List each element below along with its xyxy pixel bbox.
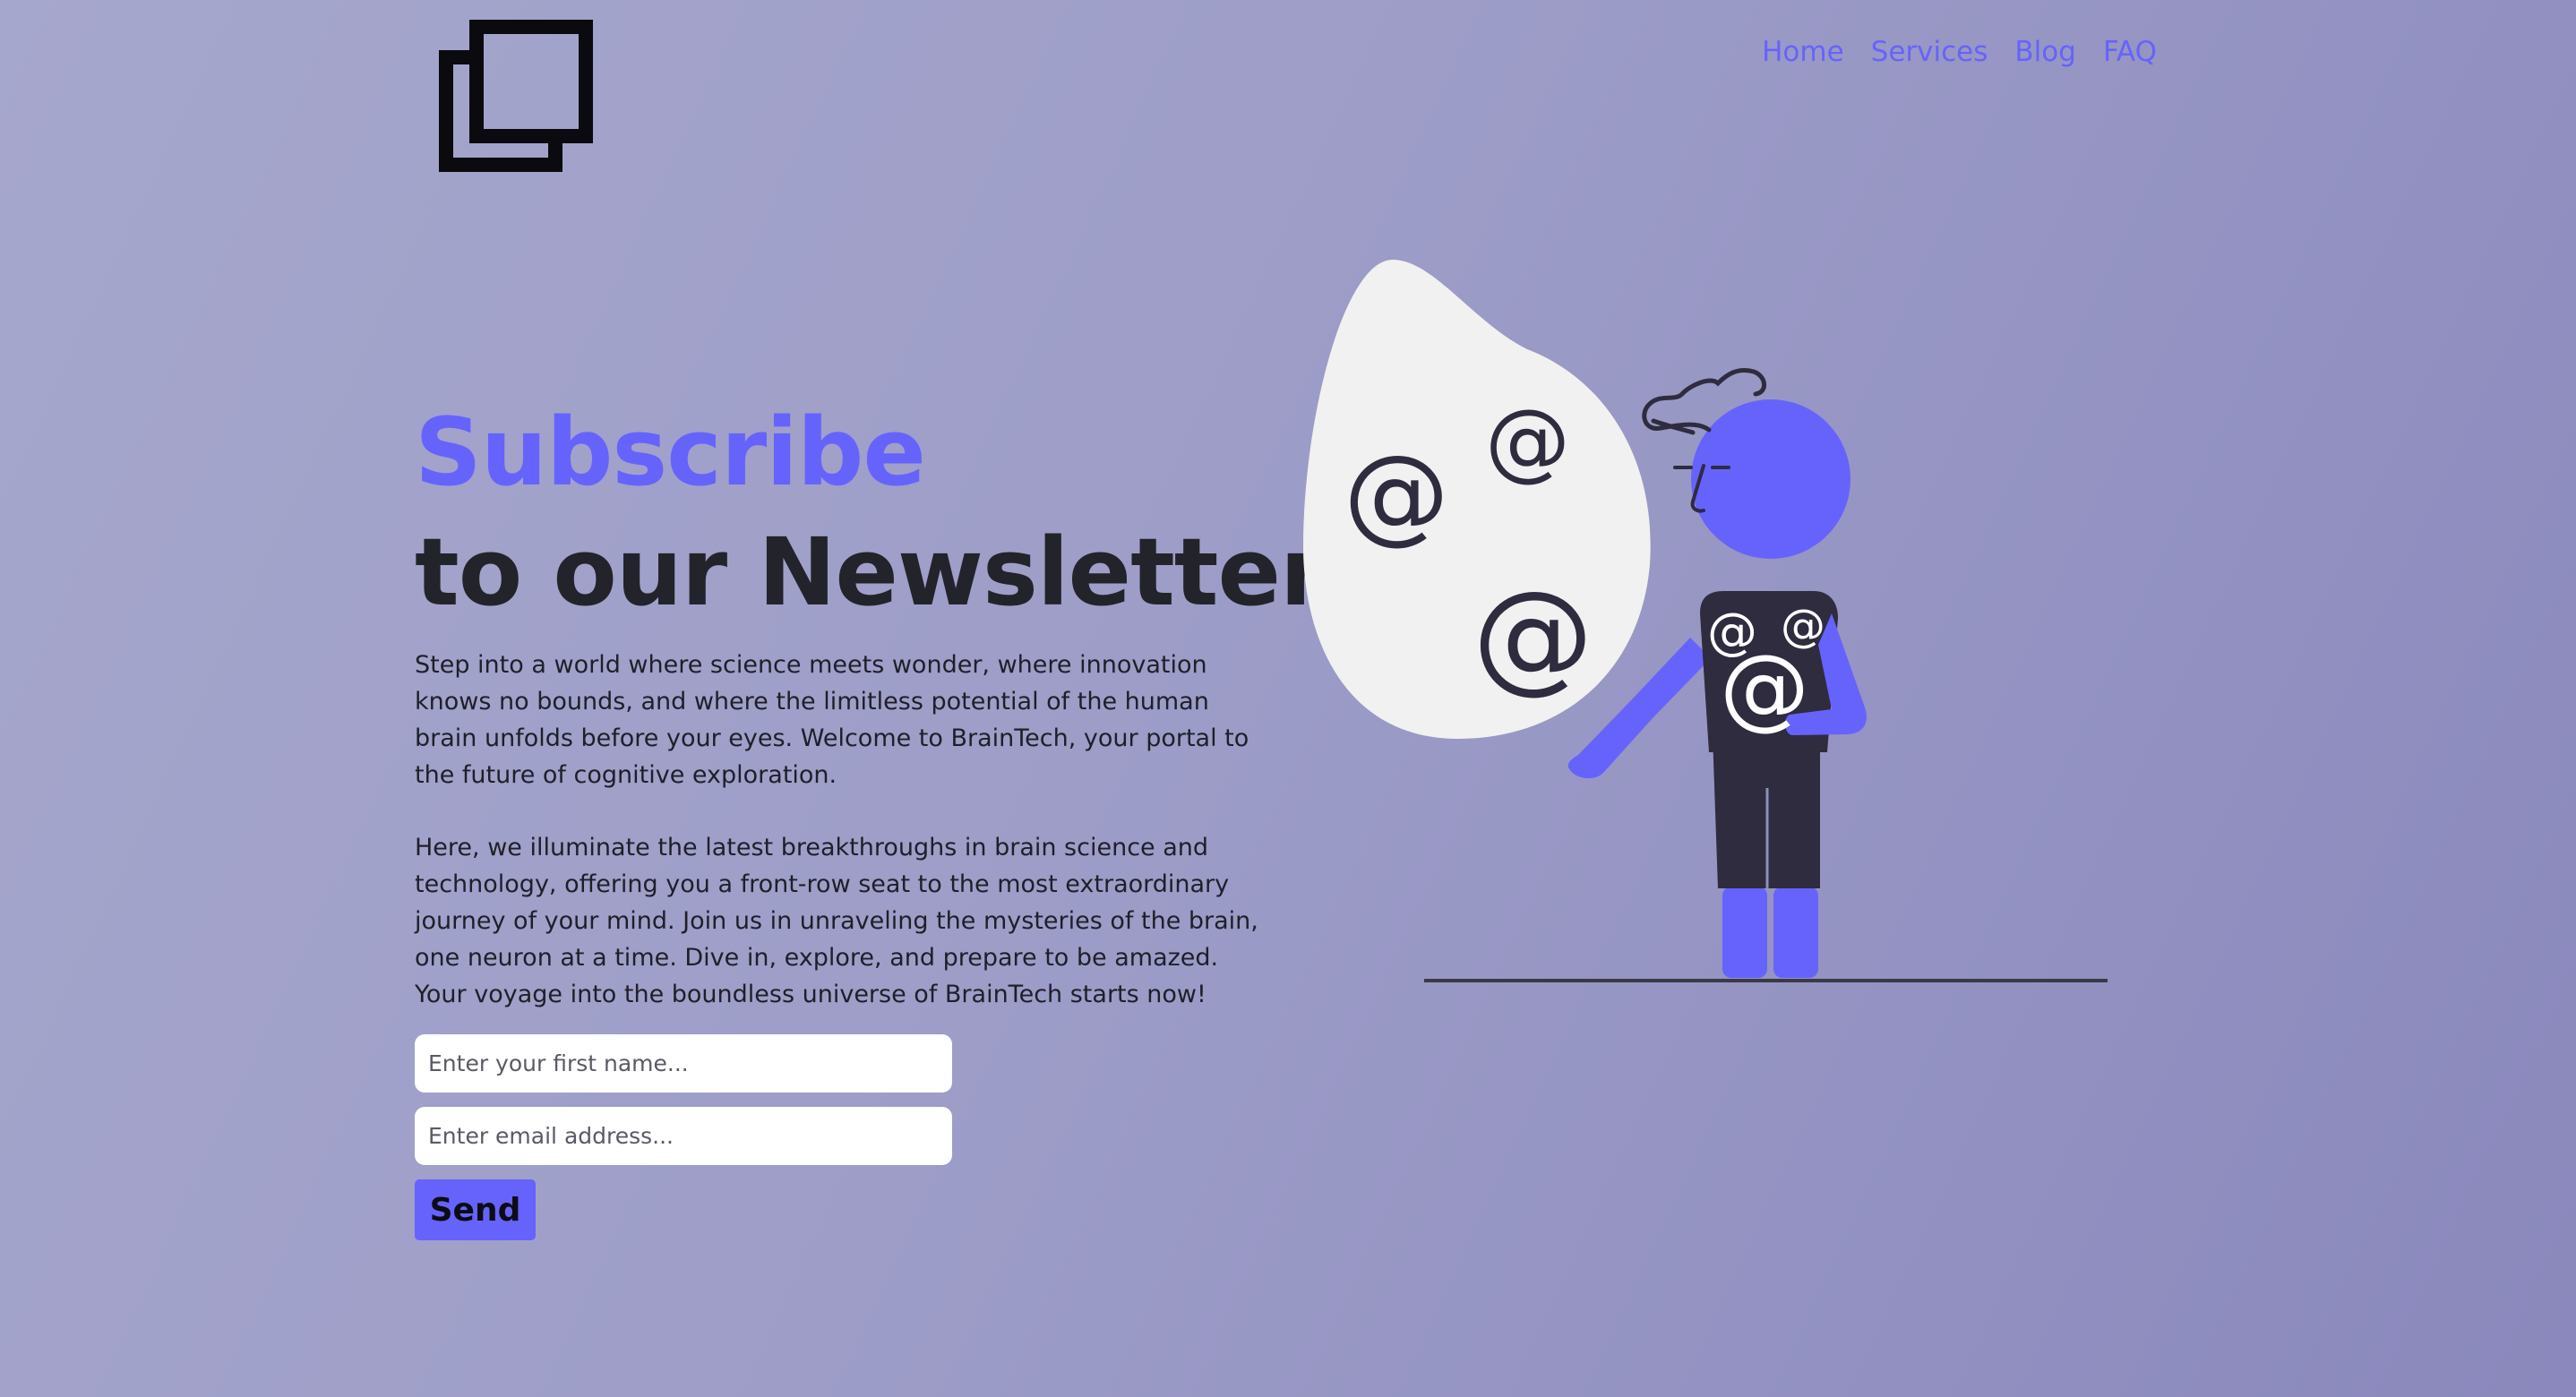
at-sign-icon: @ [1473,565,1593,706]
at-sign-icon: @ [1720,635,1809,740]
hero-paragraph-details: Here, we illuminate the latest breakthro… [415,834,1258,1008]
nav-home-link[interactable]: Home [1762,36,1844,68]
first-name-input[interactable] [415,1034,952,1093]
at-sign-icon: @ [1344,432,1449,555]
person-leg [1722,887,1767,978]
at-sign-icon: @ [1485,392,1570,491]
hero-paragraph-intro: Step into a world where science meets wo… [415,651,1249,789]
nav-blog-link[interactable]: Blog [2014,36,2076,68]
hero-section: Subscribe to our Newsletter Step into a … [415,394,1326,1240]
newsletter-form: Send [415,1034,1275,1240]
send-button[interactable]: Send [415,1179,536,1240]
hero-title-accent: Subscribe [415,398,926,507]
hero-title-main: to our Newsletter [415,518,1326,627]
nav-faq-link[interactable]: FAQ [2103,36,2157,68]
nav-services-link[interactable]: Services [1871,36,1988,68]
newsletter-illustration: @ @ @ @ @ @ [1303,260,2108,982]
main-nav: Home Services Blog FAQ [1762,36,2157,68]
email-input[interactable] [415,1107,952,1165]
person-head [1691,399,1850,559]
person-leg [1773,887,1818,978]
logo-icon[interactable] [439,20,593,172]
